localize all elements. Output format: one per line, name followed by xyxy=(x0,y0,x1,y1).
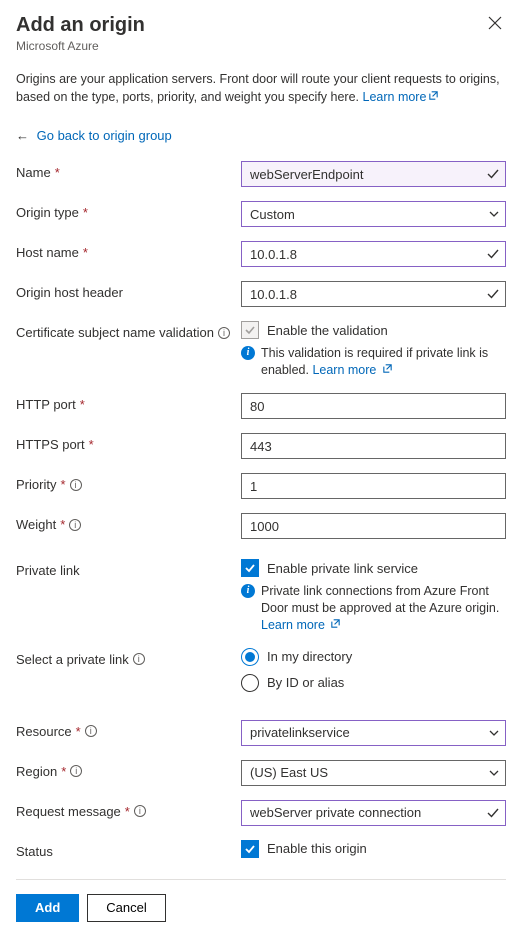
resource-select[interactable] xyxy=(241,720,506,746)
weight-label: Weight xyxy=(16,517,56,532)
info-icon[interactable]: i xyxy=(70,479,82,491)
info-icon[interactable]: i xyxy=(133,653,145,665)
origin-type-select[interactable] xyxy=(241,201,506,227)
enable-validation-label: Enable the validation xyxy=(267,323,388,338)
enable-origin-label: Enable this origin xyxy=(267,841,367,856)
learn-more-link[interactable]: Learn more xyxy=(363,90,440,104)
https-port-label: HTTPS port xyxy=(16,437,85,452)
required-indicator: * xyxy=(76,724,81,739)
page-title: Add an origin xyxy=(16,14,145,37)
weight-input[interactable] xyxy=(241,513,506,539)
required-indicator: * xyxy=(83,205,88,220)
enable-origin-checkbox[interactable] xyxy=(241,840,259,858)
host-name-label: Host name xyxy=(16,245,79,260)
back-to-origin-group-link[interactable]: Go back to origin group xyxy=(37,128,172,143)
required-indicator: * xyxy=(83,245,88,260)
info-icon[interactable]: i xyxy=(85,725,97,737)
radio-by-id-or-alias[interactable]: By ID or alias xyxy=(241,674,506,692)
private-link-learn-more-link[interactable]: Learn more xyxy=(261,618,341,632)
origin-type-label: Origin type xyxy=(16,205,79,220)
required-indicator: * xyxy=(60,477,65,492)
info-icon[interactable]: i xyxy=(134,805,146,817)
http-port-input[interactable] xyxy=(241,393,506,419)
enable-validation-checkbox[interactable] xyxy=(241,321,259,339)
enable-private-link-label: Enable private link service xyxy=(267,561,418,576)
radio-label-by-id: By ID or alias xyxy=(267,675,344,690)
close-icon[interactable] xyxy=(484,14,506,37)
http-port-label: HTTP port xyxy=(16,397,76,412)
resource-label: Resource xyxy=(16,724,72,739)
required-indicator: * xyxy=(55,165,60,180)
name-input[interactable] xyxy=(241,161,506,187)
radio-in-my-directory[interactable]: In my directory xyxy=(241,648,506,666)
required-indicator: * xyxy=(61,764,66,779)
cancel-button[interactable]: Cancel xyxy=(87,894,165,922)
origin-host-header-label: Origin host header xyxy=(16,285,123,300)
priority-label: Priority xyxy=(16,477,56,492)
name-label: Name xyxy=(16,165,51,180)
info-icon[interactable]: i xyxy=(69,519,81,531)
external-link-icon xyxy=(428,89,439,107)
info-icon[interactable]: i xyxy=(218,327,230,339)
add-button[interactable]: Add xyxy=(16,894,79,922)
private-link-label: Private link xyxy=(16,563,80,578)
external-link-icon xyxy=(330,617,341,634)
region-label: Region xyxy=(16,764,57,779)
enable-private-link-checkbox[interactable] xyxy=(241,559,259,577)
info-icon[interactable]: i xyxy=(70,765,82,777)
private-link-note: Private link connections from Azure Fron… xyxy=(261,584,499,615)
origin-host-header-input[interactable] xyxy=(241,281,506,307)
status-label: Status xyxy=(16,844,53,859)
select-private-link-label: Select a private link xyxy=(16,652,129,667)
info-bullet-icon: i xyxy=(241,584,255,598)
required-indicator: * xyxy=(80,397,85,412)
intro-text: Origins are your application servers. Fr… xyxy=(16,71,506,106)
back-arrow-icon: ← xyxy=(16,128,29,143)
info-bullet-icon: i xyxy=(241,346,255,360)
cert-validation-label: Certificate subject name validation xyxy=(16,325,214,340)
request-message-input[interactable] xyxy=(241,800,506,826)
region-select[interactable] xyxy=(241,760,506,786)
host-name-input[interactable] xyxy=(241,241,506,267)
external-link-icon xyxy=(382,362,393,379)
required-indicator: * xyxy=(125,804,130,819)
priority-input[interactable] xyxy=(241,473,506,499)
page-subtitle: Microsoft Azure xyxy=(16,39,145,53)
required-indicator: * xyxy=(60,517,65,532)
request-message-label: Request message xyxy=(16,804,121,819)
cert-learn-more-link[interactable]: Learn more xyxy=(312,363,392,377)
https-port-input[interactable] xyxy=(241,433,506,459)
radio-label-in-directory: In my directory xyxy=(267,649,352,664)
required-indicator: * xyxy=(89,437,94,452)
